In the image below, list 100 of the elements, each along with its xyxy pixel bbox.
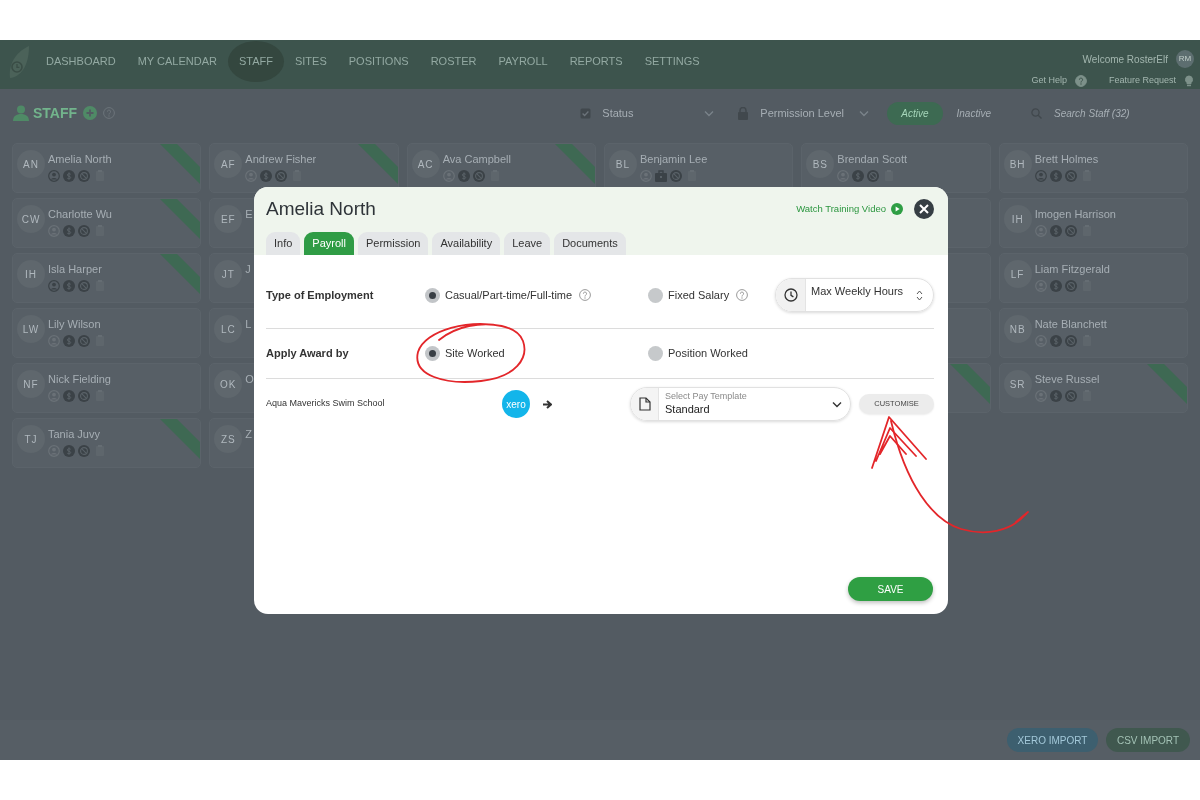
stepper-arrows-icon[interactable] [916,289,923,301]
radio-button[interactable] [425,346,440,361]
staff-name: Andrew Fisher [245,153,317,166]
permission-select[interactable]: Permission Level [732,100,878,126]
prohibited-icon [78,335,90,347]
arrow-right-icon [543,399,552,409]
dialog-tab[interactable]: Info [266,232,301,255]
option-label: Fixed Salary [668,287,730,303]
field-label: Apply Award by [266,346,350,362]
staff-name: Liam Fitzgerald [1034,263,1110,276]
chevron-down-icon [832,400,842,408]
person-icon [13,105,29,121]
avatar-circle: AF [214,150,243,178]
staff-card[interactable]: BS Brendan Scott [801,143,991,193]
avatar-circle: EF [214,205,243,233]
help-icon[interactable] [736,289,749,301]
close-icon [919,204,929,214]
nav-link[interactable]: POSITIONS [337,41,420,82]
training-video-link[interactable]: Watch Training Video [796,201,903,217]
dialog-tab[interactable]: Leave [504,232,551,255]
radio-button[interactable] [648,346,663,361]
check-square-icon [580,107,592,119]
staff-card[interactable]: IH Isla Harper [12,253,202,303]
nav-link[interactable]: MY CALENDAR [126,41,228,82]
feature-request-link[interactable]: Feature Request [1108,74,1176,88]
document-icon [638,397,651,411]
avatar-circle: CW [17,205,45,233]
staff-card[interactable]: NB Nate Blanchett [998,308,1188,358]
nav-link[interactable]: DASHBOARD [35,41,127,82]
prohibited-icon [1064,280,1077,292]
dialog-title: Amelia North [266,197,376,221]
page-title: STAFF [33,103,78,123]
avatar-circle: TJ [17,425,45,453]
staff-name: O [245,373,254,386]
staff-name: Ava Campbell [442,153,511,166]
avatar-circle: IH [1003,205,1032,233]
avatar-circle: IH [17,260,45,288]
help-link[interactable]: Get Help [1031,74,1067,88]
staff-name: Steve Russel [1034,373,1100,386]
lightbulb-icon[interactable] [1184,74,1194,87]
close-button[interactable] [914,199,934,219]
help-icon[interactable] [579,289,592,301]
option-label: Casual/Part-time/Full-time [445,287,573,303]
staff-name: Z [245,428,253,441]
staff-card[interactable]: LF Liam Fitzgerald [998,253,1188,303]
help-icon[interactable] [1074,74,1087,87]
csv-import-button[interactable]: CSV IMPORT [1106,728,1190,752]
staff-card[interactable]: BH Brett Holmes [998,143,1188,193]
dialog-tab[interactable]: Availability [432,232,501,255]
avatar-circle: SR [1003,370,1032,398]
prohibited-icon [867,170,880,182]
dialog-tab[interactable]: Payroll [304,232,354,255]
staff-name: Benjamin Lee [640,153,708,166]
nav-link[interactable]: ROSTER [419,41,488,82]
search-field[interactable]: Search Staff (32) [1054,105,1184,121]
save-button[interactable]: SAVE [848,577,933,601]
nav-link[interactable]: STAFF [227,41,284,82]
avatar-circle: LF [1003,260,1032,288]
field-label: Type of Employment [266,287,375,303]
add-icon[interactable] [83,106,98,120]
staff-card[interactable]: NF Nick Fielding [12,363,202,413]
staff-name: E [245,208,253,221]
radio-button[interactable] [425,287,440,303]
avatar-circle: LW [17,315,45,343]
staff-name: Lily Wilson [48,318,102,331]
staff-card[interactable]: CW Charlotte Wu [12,198,202,248]
status-select[interactable]: Status [575,100,723,126]
staff-card[interactable]: AF Andrew Fisher [209,143,399,193]
avatar-circle: OK [214,370,243,398]
prohibited-icon [78,170,90,182]
avatar-circle: AN [17,150,45,178]
radio-button[interactable] [648,287,663,303]
prohibited-icon [78,445,90,457]
avatar-circle: NF [17,370,45,398]
dialog-tab[interactable]: Permission [358,232,429,255]
xero-import-button[interactable]: XERO IMPORT [1007,728,1098,752]
dialog-tab[interactable]: Documents [554,232,626,255]
staff-name: Brett Holmes [1034,153,1099,166]
staff-name: Isla Harper [48,263,103,276]
prohibited-icon [1064,335,1077,347]
prohibited-icon [275,170,288,182]
staff-name: Nick Fielding [48,373,111,386]
clock-icon [783,288,798,302]
staff-card[interactable]: SR Steve Russel [998,363,1188,413]
nav-link[interactable]: PAYROLL [487,41,559,82]
status-toggle[interactable]: Active [887,101,943,125]
nav-link[interactable]: SITES [283,41,338,82]
nav-link[interactable]: REPORTS [558,41,634,82]
staff-card[interactable]: LW Lily Wilson [12,308,202,358]
staff-card[interactable]: TJ Tania Juvy [12,418,202,468]
max-hours-input[interactable]: Max Weekly Hours [806,279,914,311]
status-toggle[interactable]: Inactive [942,101,1005,125]
prohibited-icon [78,390,90,402]
staff-name: Charlotte Wu [48,208,112,221]
avatar-circle: BL [609,150,637,178]
staff-card[interactable]: AN Amelia North [12,143,202,193]
staff-card[interactable]: IH Imogen Harrison [998,198,1188,248]
nav-link[interactable]: SETTINGS [633,41,711,82]
user-avatar[interactable]: RM [1176,50,1194,68]
avatar-circle: BH [1003,150,1032,178]
